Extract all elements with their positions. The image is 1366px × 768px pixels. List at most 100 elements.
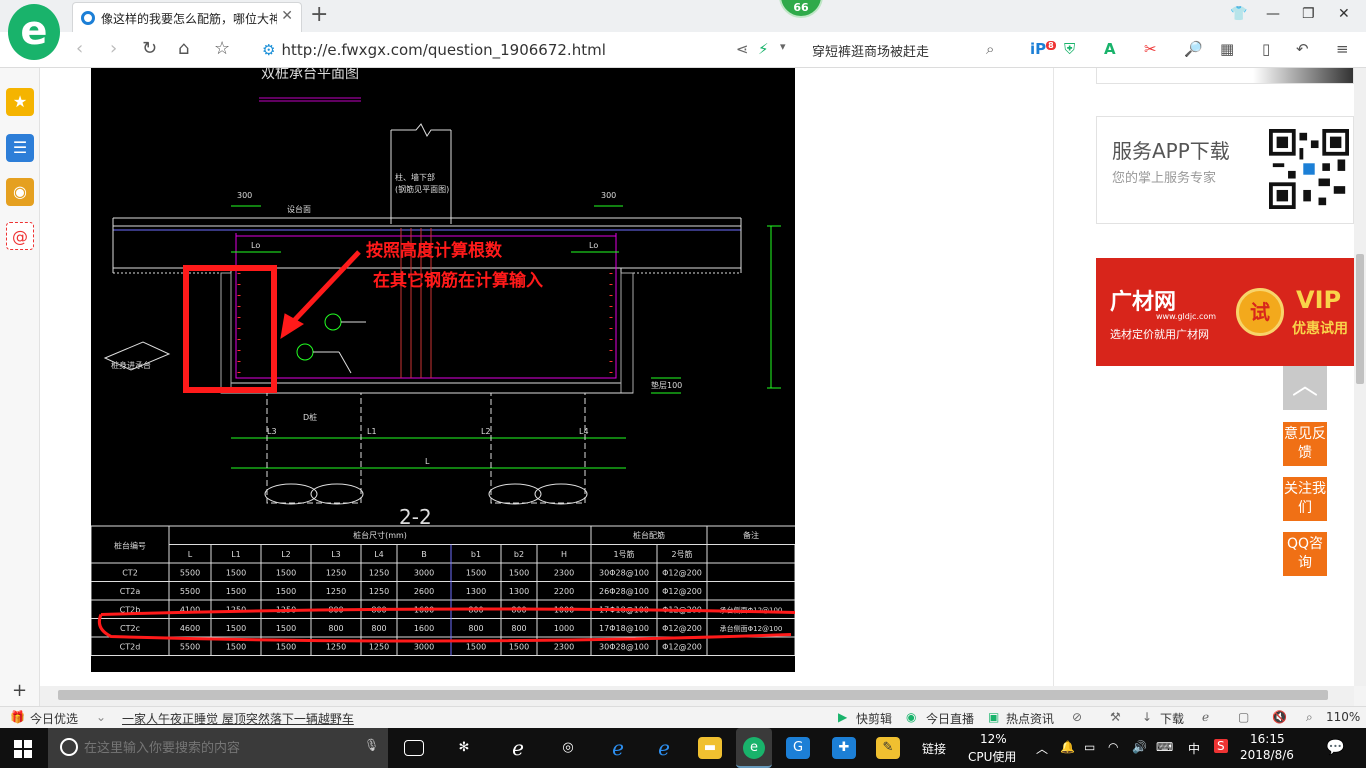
new-tab-icon[interactable]: +: [310, 2, 328, 27]
gldjc-ad-banner[interactable]: 广材网 www.gldjc.com 选材定价就用广材网 试 VIP 优惠试用: [1096, 258, 1354, 366]
browser-logo-icon[interactable]: e: [8, 4, 60, 60]
battery-icon[interactable]: ▭: [1084, 740, 1095, 754]
weibo-icon[interactable]: ◉: [6, 178, 34, 206]
tab-active[interactable]: 像这样的我要怎么配筋，哪位大神 ✕: [72, 2, 302, 32]
restore-icon[interactable]: ❐: [1302, 6, 1315, 22]
scissors-icon[interactable]: ✂: [1144, 40, 1157, 58]
favorites-icon[interactable]: ★: [6, 88, 34, 116]
mail-icon[interactable]: @: [6, 222, 34, 250]
add-sidebar-icon[interactable]: +: [12, 680, 27, 701]
taskbar-search-input[interactable]: [84, 738, 364, 758]
taskbar-link-label[interactable]: 链接: [922, 740, 946, 757]
download-link[interactable]: 下载: [1160, 710, 1184, 727]
horizontal-scroll-thumb[interactable]: [58, 690, 1328, 700]
wifi-icon[interactable]: ◠: [1108, 740, 1118, 754]
top-card: [1096, 68, 1354, 84]
clock-time[interactable]: 16:15: [1250, 732, 1285, 746]
task-view-icon[interactable]: [404, 740, 424, 756]
undo-icon[interactable]: ↶: [1296, 40, 1309, 58]
table-cell: 1500: [509, 642, 529, 651]
speed-mode-icon[interactable]: ⚡: [758, 40, 769, 58]
clock-date[interactable]: 2018/8/6: [1240, 748, 1294, 762]
tab-close-icon[interactable]: ✕: [281, 8, 293, 24]
hot-news-link[interactable]: 热点资讯: [1006, 710, 1054, 727]
chevron-down-icon[interactable]: ▾: [780, 40, 786, 53]
table-cell: 800: [468, 624, 483, 633]
tray-expand-icon[interactable]: ︿: [1036, 740, 1048, 757]
back-icon[interactable]: ‹: [76, 38, 83, 59]
table-cell: 1600: [414, 624, 434, 633]
action-center-icon[interactable]: 💬: [1326, 738, 1345, 756]
horizontal-scrollbar[interactable]: [40, 686, 1354, 706]
microphone-icon[interactable]: 🎙: [364, 738, 379, 752]
home-icon[interactable]: ⌂: [178, 38, 189, 59]
favorite-star-icon[interactable]: ☆: [214, 38, 230, 59]
search-icon[interactable]: ⌕: [986, 40, 994, 58]
browser-taskbar-icon[interactable]: e: [736, 728, 772, 768]
notification-bell-icon[interactable]: 🔔: [1060, 740, 1075, 754]
table-cell-id: CT2: [122, 568, 138, 577]
feedback-button[interactable]: 意见反馈: [1283, 422, 1327, 466]
level-badge[interactable]: 66: [779, 0, 823, 18]
back-to-top-button[interactable]: ︿: [1283, 366, 1327, 410]
taskbar-search-box[interactable]: 🎙: [48, 728, 388, 768]
follow-us-button[interactable]: 关注我们: [1283, 477, 1327, 521]
sogou-ime-icon[interactable]: S: [1214, 739, 1228, 753]
live-link[interactable]: 今日直播: [926, 710, 974, 727]
download-icon: ↓: [1142, 710, 1153, 724]
url-field[interactable]: ⚙ http://e.fwxgx.com/question_1906672.htm…: [262, 41, 606, 59]
speed-icon[interactable]: ⊘: [1072, 710, 1082, 724]
table-column-header: L1: [231, 550, 241, 559]
tools-icon[interactable]: ⚒: [1110, 710, 1121, 724]
shield-icon[interactable]: ⛨: [1064, 40, 1075, 58]
ie-mode-icon[interactable]: ℯ: [1202, 710, 1209, 724]
table-cell: 30Φ28@100: [599, 568, 649, 577]
forward-icon[interactable]: ›: [110, 38, 117, 59]
menu-icon[interactable]: ≡: [1336, 40, 1349, 58]
refresh-icon[interactable]: ↻: [142, 38, 157, 59]
translate-icon[interactable]: A: [1104, 40, 1116, 58]
ie-app-icon[interactable]: ℯ: [506, 737, 530, 759]
search-input[interactable]: [812, 37, 1012, 63]
ie-blue-app-icon[interactable]: ℯ: [652, 737, 676, 759]
minimize-icon[interactable]: —: [1266, 6, 1280, 22]
window-icon[interactable]: ▢: [1238, 710, 1249, 724]
plus-app-icon[interactable]: ✚: [832, 737, 856, 759]
qq-consult-button[interactable]: QQ咨询: [1283, 532, 1327, 576]
table-cell: 1500: [226, 624, 246, 633]
edge-app-icon[interactable]: ℯ: [606, 737, 630, 759]
apps-icon[interactable]: ▦: [1220, 40, 1234, 58]
dim-l3: L3: [267, 427, 277, 436]
expand-icon[interactable]: ⌄: [96, 710, 106, 724]
volume-icon[interactable]: 🔊: [1132, 740, 1147, 754]
swirl-app-icon[interactable]: ◎: [556, 737, 580, 759]
vertical-scroll-thumb[interactable]: [1356, 254, 1364, 384]
vertical-scrollbar[interactable]: [1354, 68, 1366, 686]
keyboard-icon[interactable]: ⌨: [1156, 740, 1173, 754]
file-explorer-icon[interactable]: ▬: [698, 737, 722, 759]
news-ticker-link[interactable]: 一家人午夜正睡觉 屋顶突然落下一辆越野车: [122, 710, 354, 727]
clip-icon: ▶: [838, 710, 848, 724]
app-download-card[interactable]: 服务APP下载 您的掌上服务专家: [1096, 116, 1354, 224]
fan-app-icon[interactable]: ✻: [452, 737, 476, 759]
windows-start-icon[interactable]: [14, 740, 32, 758]
shirt-icon[interactable]: 👕: [1230, 6, 1247, 22]
pile-cap-table: 桩台编号 桩台尺寸(mm) 桩台配筋 备注 L L1 L2 L3 L4 Bb1 b2 H 1号筋 2号筋 C…: [91, 525, 795, 656]
mute-icon[interactable]: 🔇: [1272, 710, 1287, 724]
qr-code-icon[interactable]: [1269, 129, 1349, 209]
notes-app-icon[interactable]: ✎: [876, 737, 900, 759]
table-cell: 2600: [414, 587, 434, 596]
quick-clip-link[interactable]: 快剪辑: [856, 710, 892, 727]
glodon-app-icon[interactable]: G: [786, 737, 810, 759]
zoom-level[interactable]: 110%: [1326, 710, 1360, 724]
close-window-icon[interactable]: ✕: [1338, 6, 1350, 22]
share-icon[interactable]: ⋖: [736, 40, 749, 58]
magnifier-icon[interactable]: 🔎: [1184, 40, 1203, 58]
ime-indicator[interactable]: 中: [1188, 740, 1200, 757]
url-text: http://e.fwxgx.com/question_1906672.html: [281, 41, 606, 59]
reading-list-icon[interactable]: ☰: [6, 134, 34, 162]
today-picks-link[interactable]: 今日优选: [30, 710, 78, 727]
plugin-icon[interactable]: iP 8: [1030, 40, 1056, 58]
dim-l2: L2: [481, 427, 491, 436]
tablet-icon[interactable]: ▯: [1262, 40, 1270, 58]
